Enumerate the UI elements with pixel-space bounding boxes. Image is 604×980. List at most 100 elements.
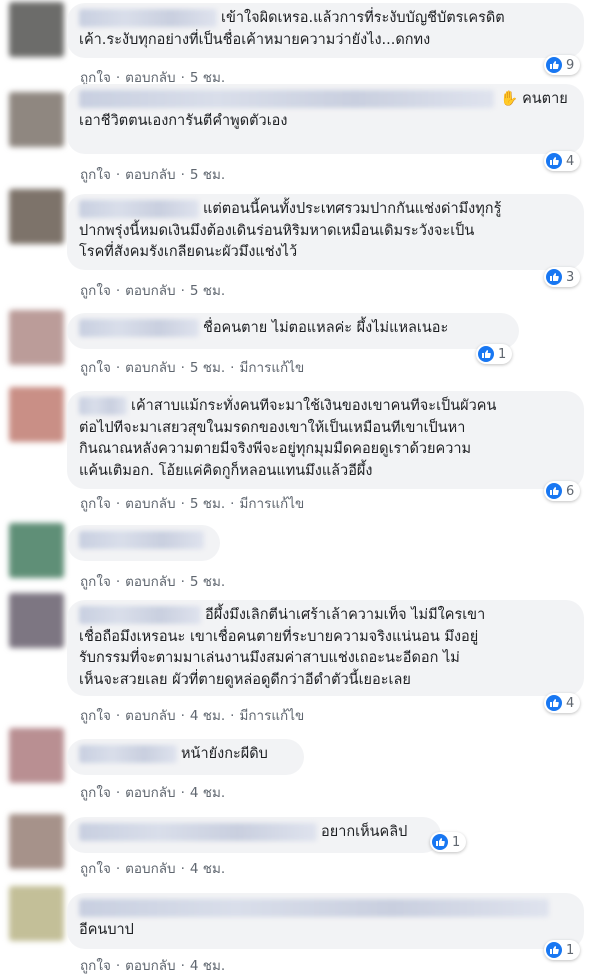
comment-text: รับกรรมที่จะตามมาเล่นงานมึงสมค่าสาบแช่งเ… (79, 650, 460, 666)
timestamp[interactable]: 4 ชม. (190, 785, 225, 801)
avatar[interactable] (9, 523, 64, 578)
commenter-name[interactable] (79, 397, 127, 415)
comment-bubble: ชื่อคนตาย ไม่ตอแหลค่ะ ผึ้งไม่แหลเนอะ (67, 313, 519, 349)
comment-actions: ถูกใจ · ตอบกลับ · 5 ชม. · มีการแก้ไข (80, 360, 305, 376)
comment-actions: ถูกใจ · ตอบกลับ · 5 ชม. (80, 167, 226, 183)
comment-actions: ถูกใจ · ตอบกลับ · 4 ชม. (80, 861, 226, 877)
avatar[interactable] (9, 310, 64, 365)
reaction-count[interactable]: 3 (544, 267, 581, 287)
commenter-name[interactable] (79, 606, 201, 624)
avatar[interactable] (9, 886, 64, 941)
comment-bubble: แต่ตอนนี้คนทั้งประเทศรวมปากกันแช่งด่ามึง… (67, 194, 584, 270)
comment-text: ปากพรุ่งนี้หมดเงินมึงต้องเดินร่อนหิริมหา… (79, 222, 475, 239)
commenter-name[interactable] (79, 90, 494, 108)
reply-link[interactable]: ตอบกลับ (125, 496, 175, 512)
comment-actions: ถูกใจ · ตอบกลับ · 4 ชม. (80, 785, 226, 801)
avatar[interactable] (9, 593, 64, 648)
comment-bubble: ✋ คนตาย เอาชีวิตตนเองการันตีคำพูดตัวเอง (67, 84, 584, 154)
timestamp[interactable]: 4 ชม. (190, 958, 225, 974)
comment-text: อีคนบาป (79, 921, 134, 938)
edited-link[interactable]: มีการแก้ไข (239, 360, 304, 376)
avatar[interactable] (9, 814, 64, 869)
comment-text: หน้ายังกะผีดิบ (181, 746, 268, 762)
comment-bubble: หน้ายังกะผีดิบ (67, 739, 304, 775)
like-icon (478, 346, 494, 362)
avatar[interactable] (9, 2, 64, 57)
reply-link[interactable]: ตอบกลับ (125, 283, 175, 299)
reply-link[interactable]: ตอบกลับ (125, 574, 175, 590)
comment-actions: ถูกใจ · ตอบกลับ · 4 ชม. · มีการแก้ไข (80, 708, 305, 724)
timestamp[interactable]: 5 ชม. (190, 360, 225, 376)
timestamp[interactable]: 4 ชม. (190, 861, 225, 877)
timestamp[interactable]: 5 ชม. (190, 167, 225, 183)
comment-text: เชื่อถือมึงเหรอนะ เขาเชื่อคนตายที่ระบายค… (79, 628, 479, 645)
reply-link[interactable]: ตอบกลับ (125, 958, 175, 974)
comment-text: เห็นจะสวยเลย ผัวที่ตายดูหล่อดูดีกว่าอีดำ… (79, 671, 411, 688)
commenter-name[interactable] (79, 745, 177, 763)
avatar[interactable] (9, 92, 64, 147)
like-link[interactable]: ถูกใจ (80, 708, 111, 724)
like-link[interactable]: ถูกใจ (80, 574, 111, 590)
reaction-count[interactable]: 9 (544, 55, 581, 75)
comment-bubble: อยากเห็นคลิป (67, 817, 441, 853)
like-link[interactable]: ถูกใจ (80, 958, 111, 974)
comment-text: โรคที่สังคมรังเกลียดนะผัวมึงแช่งไว้ (79, 244, 298, 260)
comment-actions: ถูกใจ · ตอบกลับ · 5 ชม. (80, 574, 226, 590)
comment-bubble: อีคนบาป (67, 893, 584, 949)
reaction-count[interactable]: 1 (476, 344, 513, 364)
like-link[interactable]: ถูกใจ (80, 785, 111, 801)
edited-link[interactable]: มีการแก้ไข (239, 496, 304, 512)
like-icon (432, 834, 448, 850)
comment-text: แค้นเติมอก. โอ้ยแค่คิดกูก็หลอนแทนมึงแล้ว… (79, 462, 373, 479)
like-link[interactable]: ถูกใจ (80, 360, 111, 376)
comment-bubble: เข้าใจผิดเหรอ.แล้วการที่ระงับบัญชีบัตรเค… (67, 3, 584, 58)
comment-text: อีผึ้งมึงเลิกตีน่าเศร้าเล้าความเท็จ ไม่ม… (205, 607, 486, 623)
comment-text: เข้าใจผิดเหรอ.แล้วการที่ระงับบัญชีบัตรเค… (221, 10, 505, 26)
reply-link[interactable]: ตอบกลับ (125, 785, 175, 801)
comment-bubble: เค้าสาบแม้กระทั่งคนทีจะมาใช้เงินของเขาคน… (67, 391, 584, 489)
reply-link[interactable]: ตอบกลับ (125, 861, 175, 877)
reaction-count[interactable]: 1 (544, 940, 581, 960)
commenter-name[interactable] (79, 899, 549, 917)
like-icon (546, 942, 562, 958)
timestamp[interactable]: 5 ชม. (190, 283, 225, 299)
like-link[interactable]: ถูกใจ (80, 283, 111, 299)
commenter-name[interactable] (79, 319, 199, 337)
comment-text: เอาชีวิตตนเองการันตีคำพูดตัวเอง (79, 112, 288, 129)
commenter-name[interactable] (79, 531, 204, 549)
comment-text: ต่อไปทีจะมาเสยวสุขในมรดกของเขาให้เป็นเหม… (79, 419, 466, 436)
avatar[interactable] (9, 387, 64, 442)
waving-hand-icon: ✋ (500, 91, 519, 107)
avatar[interactable] (9, 728, 64, 783)
comment-actions: ถูกใจ · ตอบกลับ · 4 ชม. (80, 958, 226, 974)
like-icon (546, 695, 562, 711)
reaction-count[interactable]: 1 (430, 832, 467, 852)
reaction-count[interactable]: 4 (544, 693, 581, 713)
like-link[interactable]: ถูกใจ (80, 861, 111, 877)
timestamp[interactable]: 5 ชม. (190, 574, 225, 590)
avatar[interactable] (9, 189, 64, 244)
like-icon (546, 153, 562, 169)
commenter-name[interactable] (79, 823, 317, 841)
comment-text: แต่ตอนนี้คนทั้งประเทศรวมปากกันแช่งด่ามึง… (203, 201, 502, 217)
reply-link[interactable]: ตอบกลับ (125, 708, 175, 724)
timestamp[interactable]: 5 ชม. (190, 496, 225, 512)
like-icon (546, 483, 562, 499)
comment-text: อยากเห็นคลิป (321, 824, 408, 840)
reaction-count[interactable]: 6 (544, 481, 581, 501)
timestamp[interactable]: 4 ชม. (190, 708, 225, 724)
commenter-name[interactable] (79, 9, 217, 27)
like-link[interactable]: ถูกใจ (80, 496, 111, 512)
comment-text: คนตาย (522, 91, 568, 107)
comment-bubble (67, 525, 220, 561)
reaction-count[interactable]: 4 (544, 151, 581, 171)
comment-text: เค้าสาบแม้กระทั่งคนทีจะมาใช้เงินของเขาคน… (131, 398, 497, 414)
like-icon (546, 57, 562, 73)
edited-link[interactable]: มีการแก้ไข (239, 708, 304, 724)
reply-link[interactable]: ตอบกลับ (125, 360, 175, 376)
reply-link[interactable]: ตอบกลับ (125, 167, 175, 183)
like-link[interactable]: ถูกใจ (80, 167, 111, 183)
commenter-name[interactable] (79, 200, 199, 218)
comment-bubble: อีผึ้งมึงเลิกตีน่าเศร้าเล้าความเท็จ ไม่ม… (67, 600, 584, 696)
like-icon (546, 269, 562, 285)
